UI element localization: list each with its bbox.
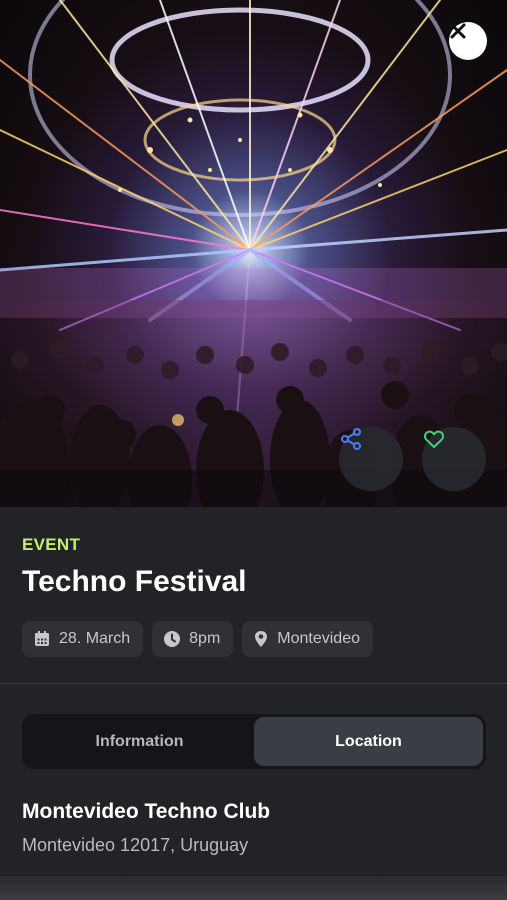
venue-address: Montevideo 12017, Uruguay [22,835,249,855]
event-tag: EVENT [22,535,81,554]
heart-icon [424,430,444,448]
place-label: Montevideo [277,630,360,647]
event-info-chips: 28. March 8pm Montevideo [22,621,373,657]
time-chip: 8pm [152,621,234,657]
share-button[interactable] [339,427,403,491]
details-tabs: Information Location [22,714,486,769]
hero-image [0,0,507,507]
clock-icon [164,631,181,647]
place-chip: Montevideo [242,621,373,657]
share-icon [341,428,361,450]
date-label: 28. March [59,630,131,647]
time-label: 8pm [189,630,221,647]
close-button[interactable] [449,22,487,60]
event-title: Techno Festival [22,565,247,598]
map-preview-edge [0,876,507,900]
close-icon [450,23,466,39]
favorite-button[interactable] [422,427,486,491]
location-pin-icon [255,631,268,647]
calendar-icon [35,631,49,646]
date-chip: 28. March [22,621,144,657]
tab-location[interactable]: Location [254,717,483,766]
section-divider [0,683,507,684]
tab-information[interactable]: Information [25,717,254,766]
venue-name: Montevideo Techno Club [22,800,271,823]
